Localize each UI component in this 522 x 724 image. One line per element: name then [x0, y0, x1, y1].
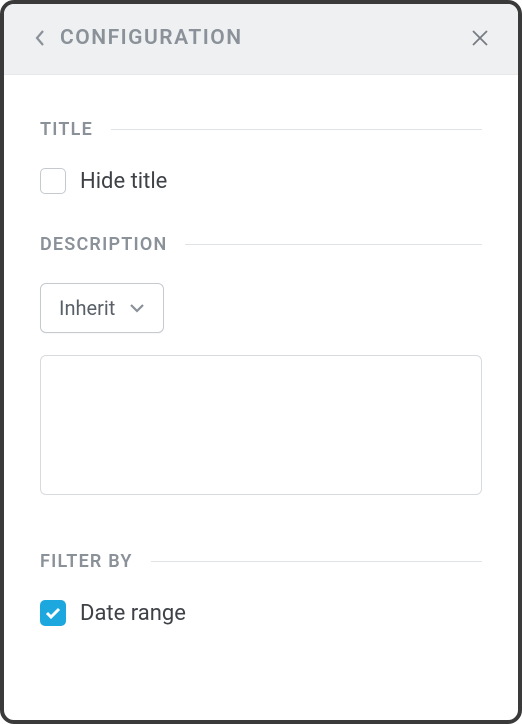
- section-label-filter-by: FILTER BY: [40, 551, 133, 572]
- section-filter-by: FILTER BY Date range: [40, 551, 482, 626]
- section-header-filter-by: FILTER BY: [40, 551, 482, 572]
- close-icon: [470, 28, 490, 48]
- date-range-label: Date range: [80, 601, 186, 626]
- dropdown-selected-label: Inherit: [59, 296, 115, 320]
- hide-title-row: Hide title: [40, 168, 482, 194]
- panel-header: CONFIGURATION: [4, 4, 518, 75]
- configuration-panel: CONFIGURATION TITLE Hide title DESCRIPTI…: [0, 0, 522, 724]
- chevron-left-icon: [34, 29, 46, 47]
- date-range-row: Date range: [40, 600, 482, 626]
- divider: [111, 129, 482, 130]
- section-description: DESCRIPTION Inherit: [40, 234, 482, 499]
- divider: [151, 561, 482, 562]
- section-title: TITLE Hide title: [40, 119, 482, 194]
- checkmark-icon: [45, 606, 61, 620]
- panel-content: TITLE Hide title DESCRIPTION Inherit: [4, 75, 518, 720]
- header-left: CONFIGURATION: [30, 26, 243, 50]
- section-label-description: DESCRIPTION: [40, 234, 167, 255]
- chevron-down-icon: [129, 302, 145, 314]
- close-button[interactable]: [468, 26, 492, 50]
- section-header-title: TITLE: [40, 119, 482, 140]
- hide-title-label: Hide title: [80, 169, 167, 194]
- section-label-title: TITLE: [40, 119, 93, 140]
- panel-title: CONFIGURATION: [60, 26, 243, 50]
- date-range-checkbox[interactable]: [40, 600, 66, 626]
- description-textarea[interactable]: [40, 355, 482, 495]
- description-mode-dropdown[interactable]: Inherit: [40, 283, 164, 333]
- hide-title-checkbox[interactable]: [40, 168, 66, 194]
- divider: [185, 244, 482, 245]
- section-header-description: DESCRIPTION: [40, 234, 482, 255]
- back-button[interactable]: [30, 28, 50, 48]
